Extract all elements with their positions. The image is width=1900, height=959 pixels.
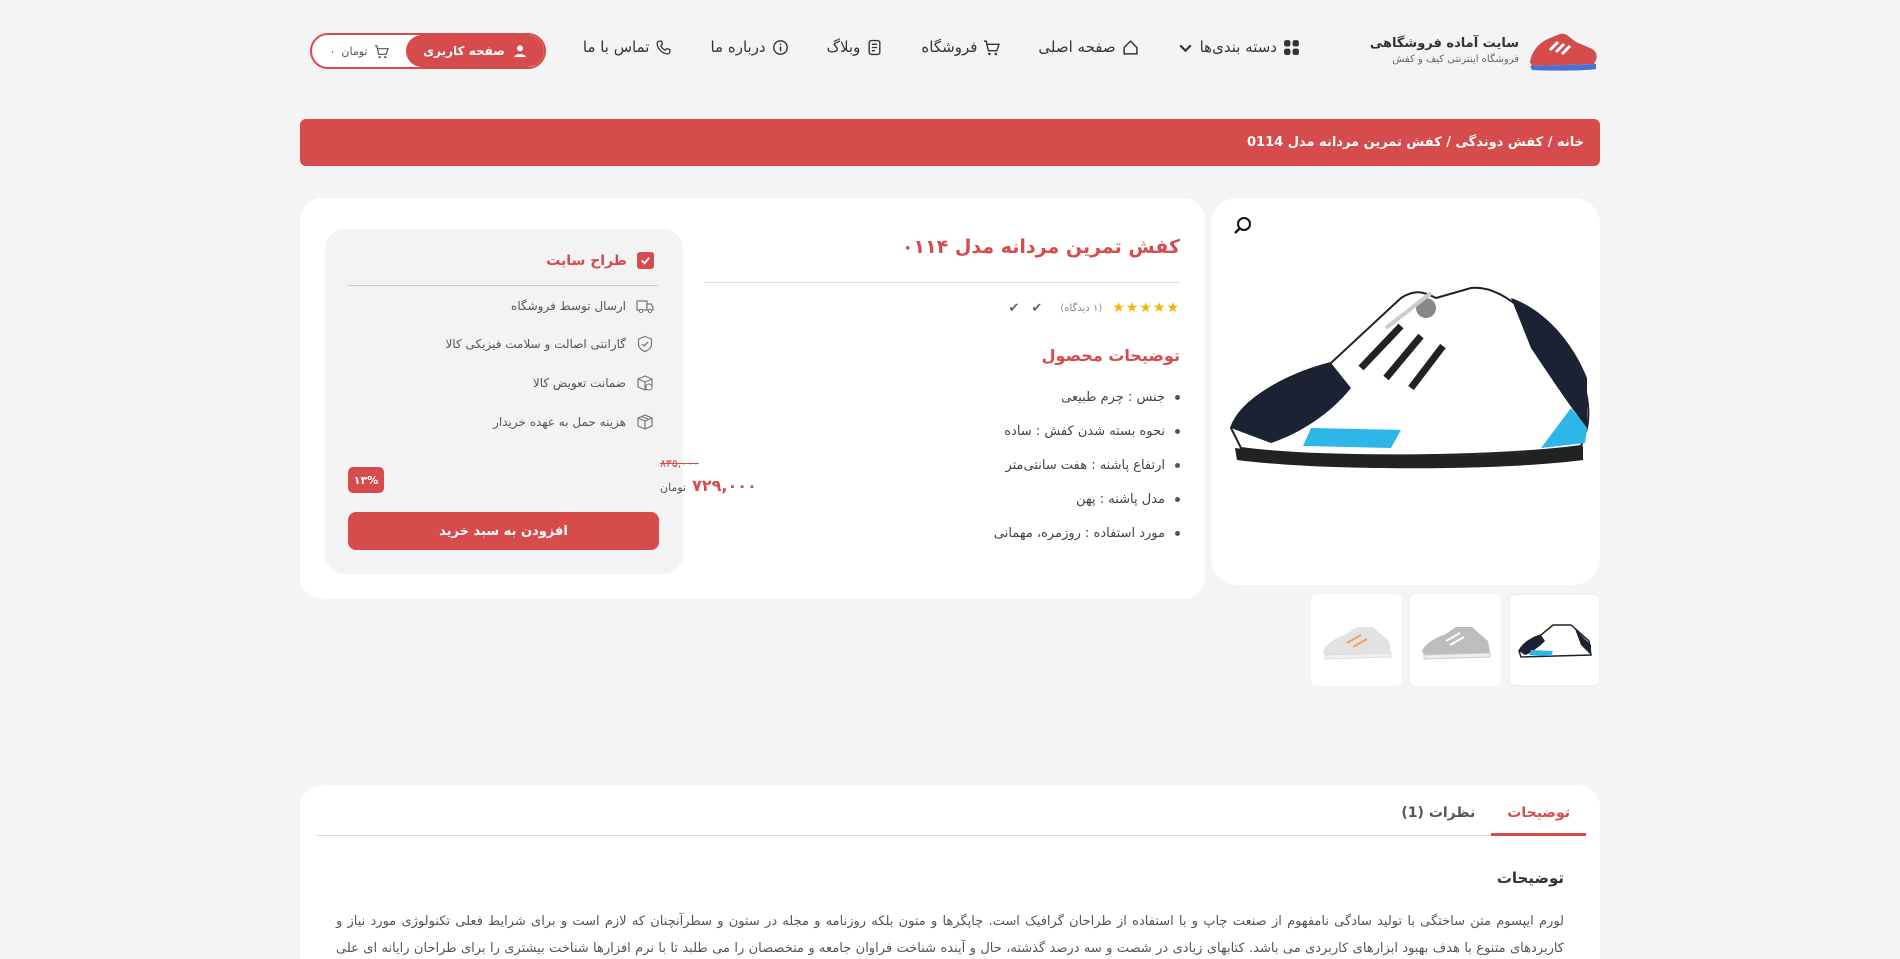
current-price: ۷۲۹,۰۰۰ تومان [660,476,757,495]
package-icon [637,414,653,430]
thumbnail-2[interactable] [1410,594,1501,686]
spec-item: مورد استفاده : روزمره، مهمانی [780,516,1180,550]
mini-cart-amount: ۰ [329,44,336,58]
spec-item: جنس : چرم طبیعی [780,380,1180,414]
rating-row: ★★★★★ (۱ دیدگاه) ✔ ✔ [1009,300,1180,316]
brand-title[interactable]: سایت آماده فروشگاهی [1370,36,1519,51]
user-account-button[interactable]: صفحه کاربری [406,35,544,67]
feature-label: ارسال توسط فروشگاه [511,299,626,313]
tab-content-body: لورم ایپسوم متن ساختگی با تولید سادگی نا… [336,914,1564,956]
document-icon [868,39,881,55]
nav-blog-label: وبلاگ [826,38,861,56]
user-cart-box: صفحه کاربری تومان ۰ [310,33,546,69]
shoe-thumbnail-image [1517,624,1592,658]
shoe-thumbnail-image [1421,627,1490,660]
product-specs-list: جنس : چرم طبیعی نحوه بسته شدن کفش : ساده… [780,380,1180,550]
feature-shipping: ارسال توسط فروشگاه [511,297,654,315]
check-icon[interactable]: ✔ [1009,301,1020,316]
user-icon [514,45,526,58]
divider [348,285,658,286]
review-count-link[interactable]: (۱ دیدگاه) [1060,303,1102,314]
discount-badge: ۱۳% [348,467,384,493]
spec-item: ارتفاع پاشنه : هفت سانتی‌متر [780,448,1180,482]
chevron-down-icon [1179,44,1192,52]
product-shoe-image [1229,286,1590,469]
old-price: ۸۳۵,۰۰۰ [660,457,699,470]
zoom-search-icon[interactable] [1233,216,1253,236]
mini-cart-currency: تومان [341,44,368,58]
thumbnail-1[interactable] [1509,594,1600,686]
tab-content-heading: توضیحات [1496,869,1564,887]
shield-check-icon [637,335,653,353]
nav-shop[interactable]: فروشگاه [921,38,1001,56]
main-nav: دسته بندی‌ها صفحه اصلی فروشگاه وبلاگ درب… [583,38,1300,56]
seller-row: طراح سایت [546,252,654,269]
home-icon [1122,39,1138,55]
add-to-cart-button[interactable]: افزودن به سبد خرید [348,512,659,550]
seller-name[interactable]: طراح سایت [546,253,627,269]
feature-shipping-cost: هزینه حمل به عهده خریدار [493,413,654,431]
compare-wishlist-actions: ✔ ✔ [1009,301,1043,316]
seller-check-icon [637,252,654,269]
brand-subtitle: فروشگاه اینترنتی کیف و کفش [1392,54,1519,65]
tab-description[interactable]: توضیحات [1491,805,1586,836]
nav-categories-label: دسته بندی‌ها [1199,38,1277,56]
product-description-heading: توضیحات محصول [1041,346,1180,365]
check-icon[interactable]: ✔ [1031,301,1042,316]
phone-icon [656,39,671,55]
grid-icon [1284,39,1299,55]
nav-home-label: صفحه اصلی [1038,38,1116,56]
truck-icon [636,300,654,314]
breadcrumb[interactable]: خانه / کفش دوندگی / کفش تمرین مردانه مدل… [300,119,1600,166]
box-exchange-icon [637,375,653,391]
thumbnail-3[interactable] [1311,594,1402,686]
user-account-label: صفحه کاربری [423,44,505,58]
product-tabs: توضیحات نظرات (1) [316,805,1586,836]
product-title: کفش تمرین مردانه مدل ۰۱۱۴ [901,236,1180,258]
nav-contact-label: تماس با ما [582,38,650,56]
nav-home[interactable]: صفحه اصلی [1038,38,1138,56]
rating-stars[interactable]: ★★★★★ [1112,300,1180,316]
price-amount: ۷۲۹,۰۰۰ [692,476,757,495]
thumbnail-strip [1311,594,1600,686]
spec-item: نحوه بسته شدن کفش : ساده [780,414,1180,448]
divider [704,282,1180,283]
nav-about-label: درباره ما [710,38,766,56]
spec-item: مدل پاشنه : پهن [780,482,1180,516]
nav-about[interactable]: درباره ما [710,38,788,56]
nav-categories[interactable]: دسته بندی‌ها [1177,38,1300,56]
cart-icon [374,44,389,58]
feature-label: گارانتی اصالت و سلامت فیزیکی کالا [445,337,626,351]
brand-logo-icon[interactable] [1526,28,1600,72]
cart-icon [984,39,1001,55]
shoe-thumbnail-image [1322,627,1391,660]
nav-shop-label: فروشگاه [921,38,978,56]
feature-guarantee: گارانتی اصالت و سلامت فیزیکی کالا [445,335,654,353]
feature-label: ضمانت تعویض کالا [532,376,626,390]
tab-reviews[interactable]: نظرات (1) [1385,805,1491,836]
info-icon [772,39,788,55]
feature-exchange: ضمانت تعویض کالا [533,374,654,392]
mini-cart-button[interactable]: تومان ۰ [312,35,406,67]
product-image-gallery[interactable] [1211,198,1600,585]
price-currency: تومان [660,481,687,494]
feature-label: هزینه حمل به عهده خریدار [493,415,626,429]
nav-contact[interactable]: تماس با ما [583,38,673,56]
nav-blog[interactable]: وبلاگ [827,38,884,56]
